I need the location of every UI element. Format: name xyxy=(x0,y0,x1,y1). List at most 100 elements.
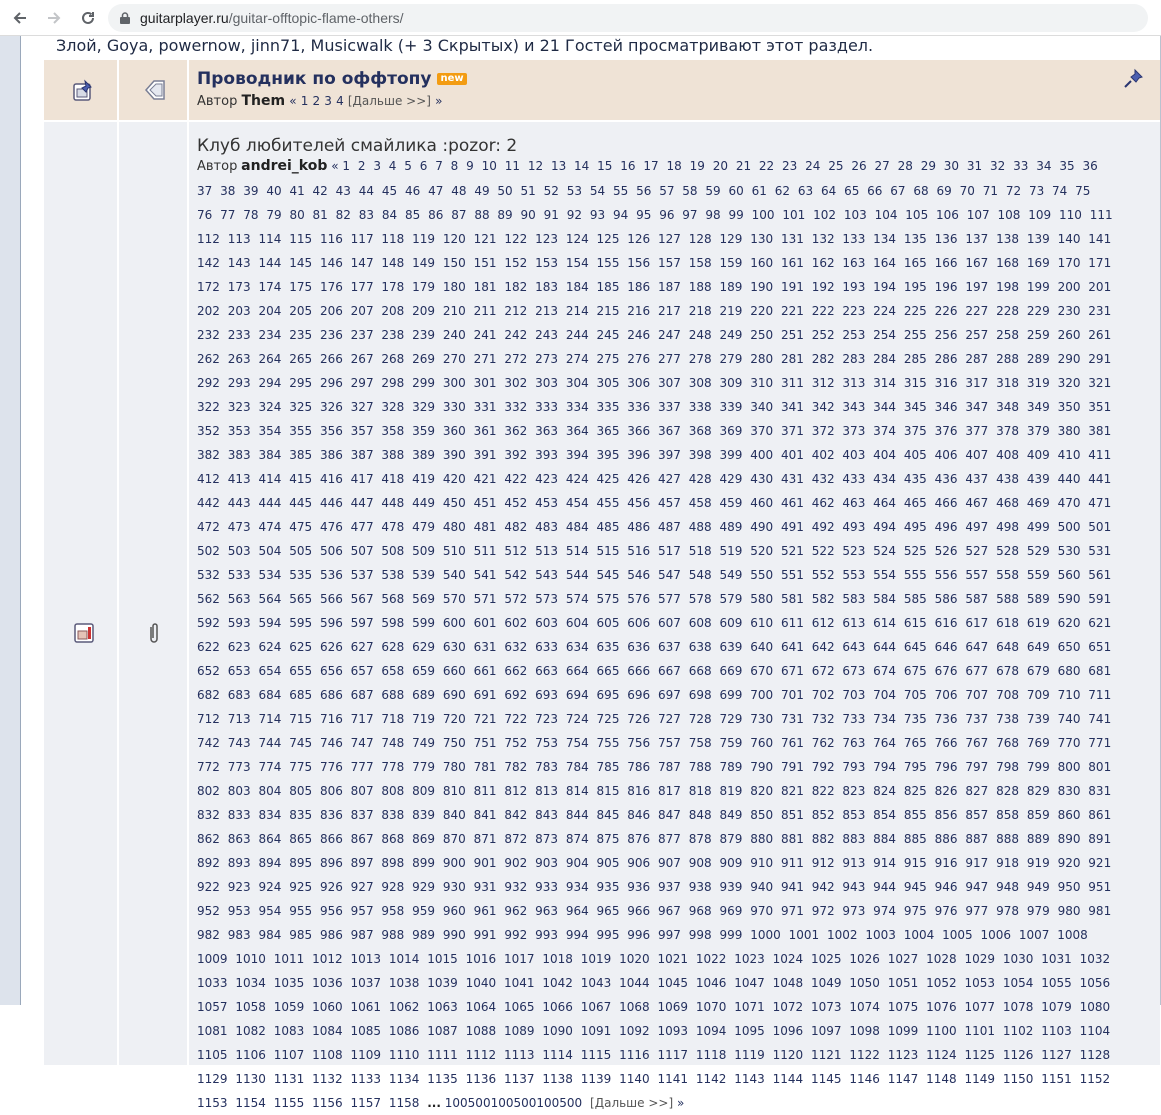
page-link[interactable]: 886 xyxy=(935,832,958,846)
page-link[interactable]: 1043 xyxy=(581,976,612,990)
page-link[interactable]: 584 xyxy=(873,592,896,606)
page-link[interactable]: 440 xyxy=(1058,472,1081,486)
page-link[interactable]: 859 xyxy=(1027,808,1050,822)
page-link[interactable]: 1090 xyxy=(542,1024,573,1038)
page-link[interactable]: 899 xyxy=(412,856,435,870)
page-link[interactable]: 1064 xyxy=(466,1000,497,1014)
page-link[interactable]: 331 xyxy=(474,400,497,414)
page-link[interactable]: 927 xyxy=(351,880,374,894)
page-link[interactable]: 296 xyxy=(320,376,343,390)
page-link[interactable]: 107 xyxy=(967,208,990,222)
page-link[interactable]: 270 xyxy=(443,352,466,366)
page-link[interactable]: 74 xyxy=(1052,184,1067,198)
page-link[interactable]: 501 xyxy=(1088,520,1111,534)
page-link[interactable]: 743 xyxy=(228,736,251,750)
page-link[interactable]: 730 xyxy=(750,712,773,726)
page-link[interactable]: 1092 xyxy=(619,1024,650,1038)
page-link[interactable]: 1063 xyxy=(427,1000,458,1014)
page-link[interactable]: 976 xyxy=(935,904,958,918)
page-link[interactable]: 241 xyxy=(474,328,497,342)
page-link[interactable]: 961 xyxy=(474,904,497,918)
page-link[interactable]: 820 xyxy=(750,784,773,798)
page-link[interactable]: 1157 xyxy=(351,1096,382,1110)
page-link[interactable]: 417 xyxy=(351,472,374,486)
page-link[interactable]: 706 xyxy=(935,688,958,702)
page-link[interactable]: 963 xyxy=(535,904,558,918)
page-link[interactable]: 460 xyxy=(750,496,773,510)
page-link-2[interactable]: 2 xyxy=(313,94,321,108)
page-link[interactable]: 283 xyxy=(842,352,865,366)
page-link[interactable]: 544 xyxy=(566,568,589,582)
page-link[interactable]: 696 xyxy=(627,688,650,702)
page-link[interactable]: 866 xyxy=(320,832,343,846)
page-link[interactable]: 4 xyxy=(389,159,397,173)
page-link[interactable]: 571 xyxy=(474,592,497,606)
page-link[interactable]: 263 xyxy=(228,352,251,366)
page-link[interactable]: 281 xyxy=(781,352,804,366)
page-link[interactable]: 807 xyxy=(351,784,374,798)
page-link[interactable]: 1008 xyxy=(1057,928,1088,942)
page-link[interactable]: 47 xyxy=(428,184,443,198)
page-link[interactable]: 313 xyxy=(842,376,865,390)
page-link[interactable]: 664 xyxy=(566,664,589,678)
page-link[interactable]: 1032 xyxy=(1080,952,1111,966)
page-link[interactable]: 953 xyxy=(228,904,251,918)
page-link[interactable]: 180 xyxy=(443,280,466,294)
page-link[interactable]: 343 xyxy=(842,400,865,414)
page-link[interactable]: 1138 xyxy=(542,1072,573,1086)
page-link[interactable]: 55 xyxy=(613,184,628,198)
page-link[interactable]: 873 xyxy=(535,832,558,846)
page-link[interactable]: 948 xyxy=(996,880,1019,894)
page-link[interactable]: 388 xyxy=(381,448,404,462)
page-link[interactable]: 852 xyxy=(812,808,835,822)
page-link[interactable]: 829 xyxy=(1027,784,1050,798)
page-link[interactable]: 398 xyxy=(689,448,712,462)
page-link[interactable]: 860 xyxy=(1058,808,1081,822)
page-link[interactable]: 712 xyxy=(197,712,220,726)
page-link[interactable]: 250 xyxy=(750,328,773,342)
page-link[interactable]: 251 xyxy=(781,328,804,342)
page-link[interactable]: 9 xyxy=(466,159,474,173)
page-link[interactable]: 111 xyxy=(1090,208,1113,222)
page-link[interactable]: 727 xyxy=(658,712,681,726)
page-link[interactable]: 804 xyxy=(258,784,281,798)
page-link[interactable]: 316 xyxy=(935,376,958,390)
page-link[interactable]: 900 xyxy=(443,856,466,870)
page-link[interactable]: 171 xyxy=(1088,256,1111,270)
page-link[interactable]: 300 xyxy=(443,376,466,390)
page-link[interactable]: 812 xyxy=(504,784,527,798)
page-link[interactable]: 246 xyxy=(627,328,650,342)
page-link[interactable]: 930 xyxy=(443,880,466,894)
page-link[interactable]: 769 xyxy=(1027,736,1050,750)
page-link[interactable]: 269 xyxy=(412,352,435,366)
page-link[interactable]: 518 xyxy=(689,544,712,558)
page-link[interactable]: 402 xyxy=(812,448,835,462)
page-link[interactable]: 271 xyxy=(474,352,497,366)
page-link[interactable]: 453 xyxy=(535,496,558,510)
page-link[interactable]: 99 xyxy=(729,208,744,222)
page-link[interactable]: 795 xyxy=(904,760,927,774)
page-link[interactable]: 907 xyxy=(658,856,681,870)
page-link[interactable]: 565 xyxy=(289,592,312,606)
page-link[interactable]: 1049 xyxy=(811,976,842,990)
page-link[interactable]: 465 xyxy=(904,496,927,510)
page-link[interactable]: 469 xyxy=(1027,496,1050,510)
page-link[interactable]: 490 xyxy=(750,520,773,534)
page-link[interactable]: 836 xyxy=(320,808,343,822)
page-link[interactable]: 278 xyxy=(689,352,712,366)
page-link[interactable]: 1120 xyxy=(773,1048,804,1062)
page-link[interactable]: 200 xyxy=(1058,280,1081,294)
page-link[interactable]: 1039 xyxy=(427,976,458,990)
page-link[interactable]: 694 xyxy=(566,688,589,702)
page-link[interactable]: 1147 xyxy=(888,1072,919,1086)
page-link[interactable]: 387 xyxy=(351,448,374,462)
page-link[interactable]: 435 xyxy=(904,472,927,486)
page-link[interactable]: 726 xyxy=(627,712,650,726)
page-link[interactable]: 893 xyxy=(228,856,251,870)
page-link[interactable]: 1128 xyxy=(1080,1048,1111,1062)
page-link[interactable]: 950 xyxy=(1058,880,1081,894)
page-link[interactable]: 1111 xyxy=(427,1048,458,1062)
topic-title-1[interactable]: Проводник по оффтопу new xyxy=(197,69,467,89)
page-link[interactable]: 118 xyxy=(381,232,404,246)
page-link[interactable]: 755 xyxy=(597,736,620,750)
